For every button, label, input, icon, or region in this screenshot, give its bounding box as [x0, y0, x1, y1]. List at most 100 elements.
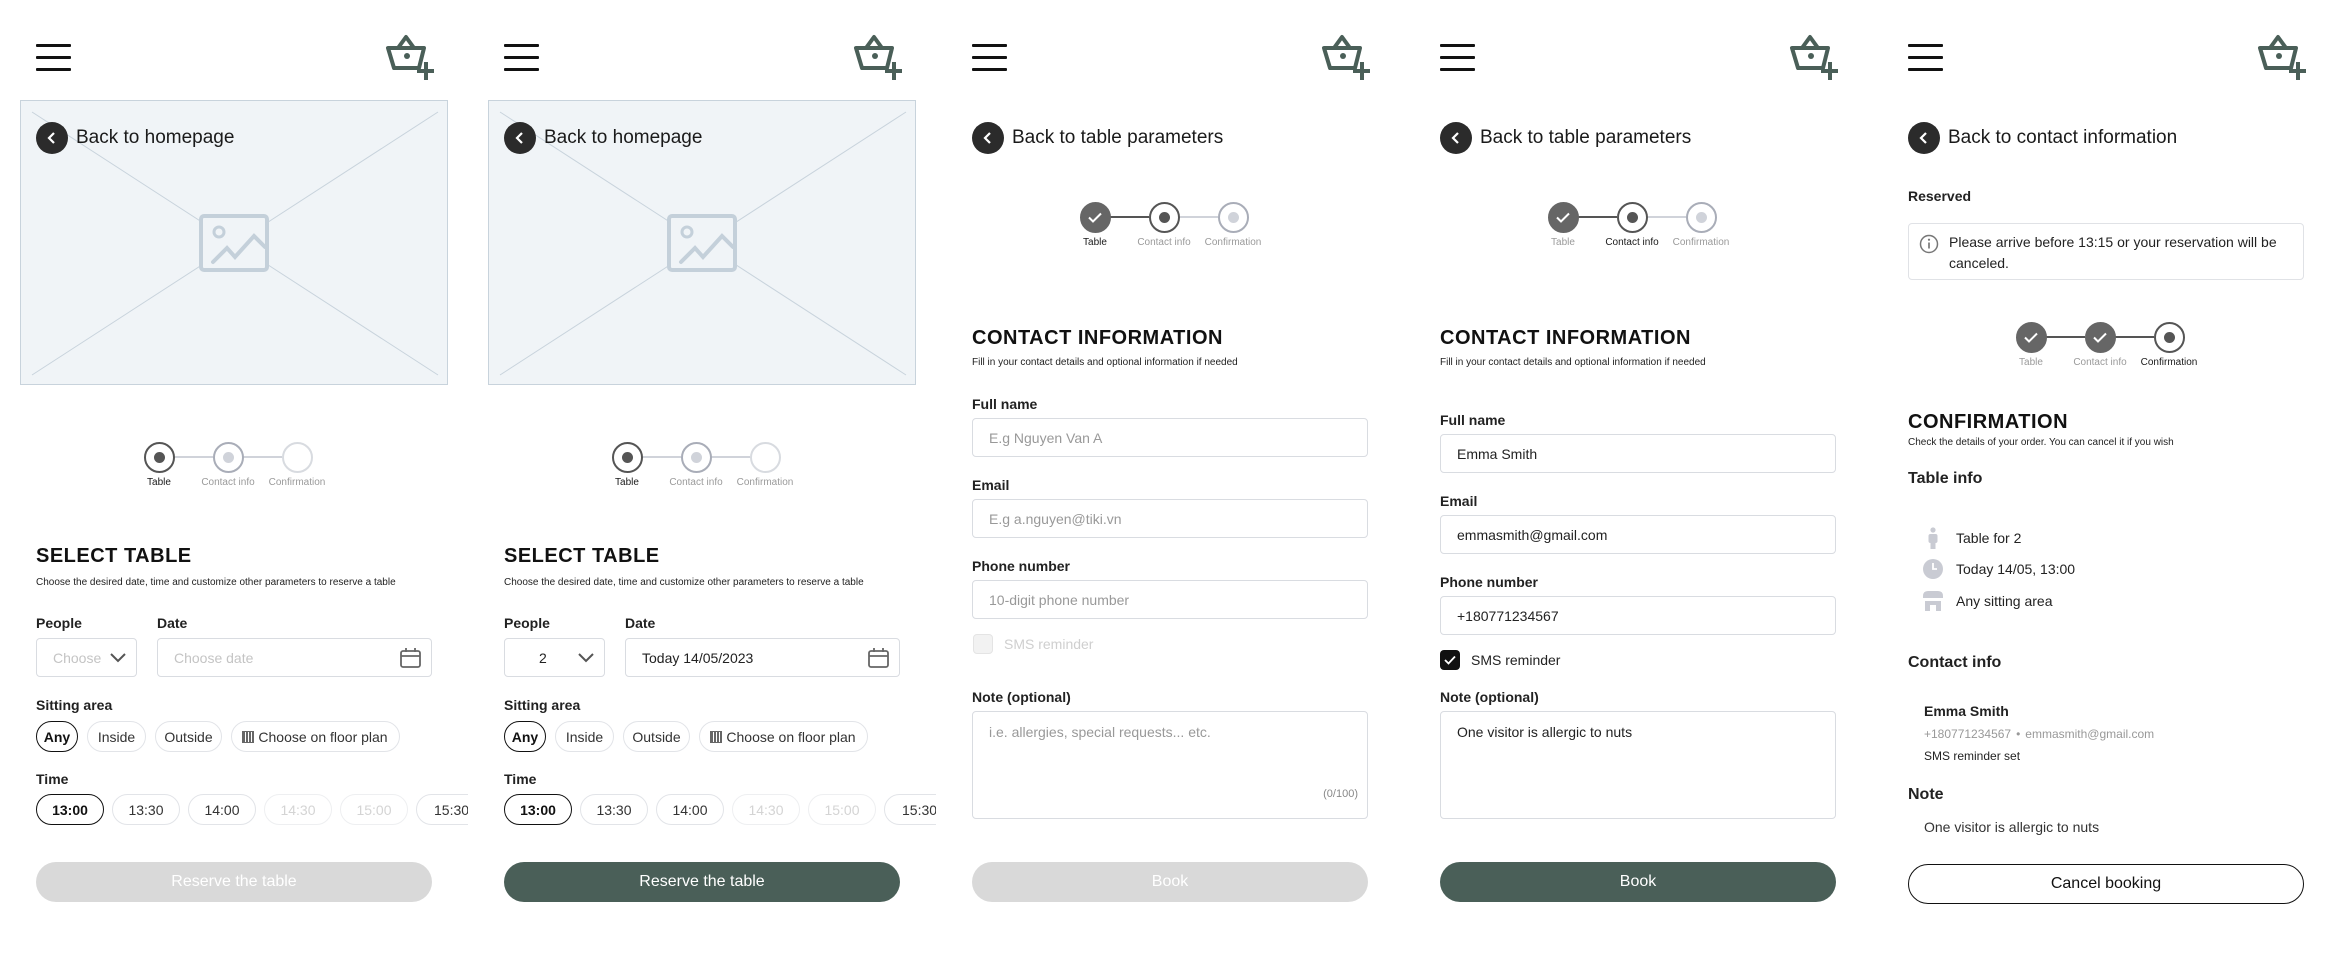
note-textarea[interactable]: i.e. allergies, special requests... etc.: [972, 711, 1368, 819]
back-label: Back to table parameters: [1480, 127, 1692, 148]
hamburger-menu-button[interactable]: [972, 44, 1007, 71]
step-1-current: [611, 441, 643, 473]
reserve-table-button[interactable]: Reserve the table: [36, 862, 432, 902]
people-placeholder: Choose: [53, 649, 102, 666]
time-chip[interactable]: 13:00: [504, 794, 572, 825]
sitting-chip[interactable]: Choose on floor plan: [231, 721, 400, 752]
people-select[interactable]: Choose: [36, 638, 137, 677]
step-2-current: [1148, 201, 1180, 233]
check-icon[interactable]: [1440, 650, 1460, 670]
full-name-placeholder: E.g Nguyen Van A: [989, 429, 1103, 446]
calendar-icon[interactable]: [868, 647, 889, 668]
hamburger-menu-button[interactable]: [36, 44, 71, 71]
hamburger-menu-button[interactable]: [1908, 44, 1943, 71]
email-input[interactable]: emmasmith@gmail.com: [1440, 515, 1836, 554]
calendar-icon[interactable]: [400, 647, 421, 668]
stepper-connector: [243, 456, 282, 458]
full-name-input[interactable]: E.g Nguyen Van A: [972, 418, 1368, 457]
step-dot: [690, 451, 702, 463]
check-icon: [2093, 332, 2107, 343]
email-label: Email: [972, 477, 1010, 493]
step-1-done: [1079, 201, 1111, 233]
storefront-icon: [1923, 591, 1943, 611]
sitting-chip[interactable]: Outside: [155, 721, 222, 752]
book-button[interactable]: Book: [1440, 862, 1836, 902]
people-select[interactable]: 2: [504, 638, 605, 677]
checkbox-box[interactable]: [973, 634, 993, 654]
step-2-current: [1616, 201, 1648, 233]
sms-reminder-checkbox[interactable]: SMS reminder: [973, 634, 1093, 654]
note-counter: (0/100): [1323, 788, 1358, 800]
full-name-input[interactable]: Emma Smith: [1440, 434, 1836, 473]
chevron-left-icon: [972, 122, 1004, 154]
sitting-chip[interactable]: Choose on floor plan: [699, 721, 868, 752]
date-input[interactable]: Today 14/05/2023: [625, 638, 900, 677]
notice-text: Please arrive before 13:15 or your reser…: [1949, 234, 2277, 271]
note-textarea[interactable]: One visitor is allergic to nuts: [1440, 711, 1836, 819]
time-chip[interactable]: 13:00: [36, 794, 104, 825]
hamburger-menu-button[interactable]: [1440, 44, 1475, 71]
page-title: SELECT TABLE: [36, 545, 192, 567]
step-1-current: [143, 441, 175, 473]
time-chip[interactable]: 15:30: [416, 794, 468, 825]
time-chip[interactable]: 13:30: [112, 794, 180, 825]
sitting-chip[interactable]: Inside: [555, 721, 614, 752]
check-icon: [1556, 212, 1570, 223]
back-button[interactable]: Back to homepage: [504, 122, 702, 154]
table-info-text: Today 14/05, 13:00: [1956, 561, 2076, 577]
grid-icon: [710, 730, 723, 743]
email-input[interactable]: E.g a.nguyen@tiki.vn: [972, 499, 1368, 538]
email-label: Email: [1440, 493, 1478, 509]
email-placeholder: E.g a.nguyen@tiki.vn: [989, 510, 1122, 527]
full-name-value: Emma Smith: [1457, 445, 1538, 462]
screen-confirmation: Back to contact information Reserved Ple…: [1872, 0, 2340, 966]
book-button[interactable]: Book: [972, 862, 1368, 902]
back-button[interactable]: Back to contact information: [1908, 122, 2177, 154]
hamburger-menu-button[interactable]: [504, 44, 539, 71]
basket-plus-icon[interactable]: [852, 34, 902, 82]
sitting-chip[interactable]: Any: [36, 721, 78, 752]
basket-plus-icon[interactable]: [384, 34, 434, 82]
check-icon: [1088, 212, 1102, 223]
time-chip[interactable]: 14:00: [188, 794, 256, 825]
sitting-chip[interactable]: Outside: [623, 721, 690, 752]
contact-name: Emma Smith: [1924, 703, 2009, 719]
screen-select-table-empty: Back to homepage Table Contact info Confir…: [0, 0, 468, 966]
step-3-next: [1685, 201, 1717, 233]
full-name-label: Full name: [972, 396, 1038, 412]
phone-input[interactable]: +180771234567: [1440, 596, 1836, 635]
page-subtitle: Choose the desired date, time and custom…: [504, 577, 864, 588]
date-input[interactable]: Choose date: [157, 638, 432, 677]
back-button[interactable]: Back to homepage: [36, 122, 234, 154]
time-chip[interactable]: 13:30: [580, 794, 648, 825]
back-button[interactable]: Back to table parameters: [972, 122, 1223, 154]
step-2-next: [680, 441, 712, 473]
screen-contact-filled: Back to table parameters Table Contact in…: [1404, 0, 1872, 966]
chevron-left-icon: [1440, 122, 1472, 154]
step-3-next: [1217, 201, 1249, 233]
phone-input[interactable]: 10-digit phone number: [972, 580, 1368, 619]
table-info-heading: Table info: [1908, 470, 1983, 487]
contact-phone: +180771234567: [1924, 727, 2012, 741]
time-chip: 15:00: [808, 794, 876, 825]
page-title: CONFIRMATION: [1908, 411, 2069, 433]
date-label: Date: [157, 615, 188, 631]
table-info-text: Any sitting area: [1956, 593, 2053, 609]
time-chip[interactable]: 15:30: [884, 794, 936, 825]
cancel-booking-button[interactable]: Cancel booking: [1908, 864, 2304, 904]
sitting-chip[interactable]: Any: [504, 721, 546, 752]
time-chip[interactable]: 14:00: [656, 794, 724, 825]
table-info-area: Any sitting area: [1922, 590, 2053, 612]
chevron-down-icon: [578, 652, 594, 662]
step-2-next: [212, 441, 244, 473]
basket-plus-icon[interactable]: [2256, 34, 2306, 82]
back-button[interactable]: Back to table parameters: [1440, 122, 1691, 154]
table-info-time: Today 14/05, 13:00: [1922, 558, 2075, 580]
reserve-table-button[interactable]: Reserve the table: [504, 862, 900, 902]
basket-plus-icon[interactable]: [1788, 34, 1838, 82]
contact-email: emmasmith@gmail.com: [2025, 727, 2155, 741]
basket-plus-icon[interactable]: [1320, 34, 1370, 82]
chevron-left-icon: [36, 122, 68, 154]
sitting-chip[interactable]: Inside: [87, 721, 146, 752]
sms-reminder-checkbox[interactable]: SMS reminder: [1440, 650, 1560, 670]
